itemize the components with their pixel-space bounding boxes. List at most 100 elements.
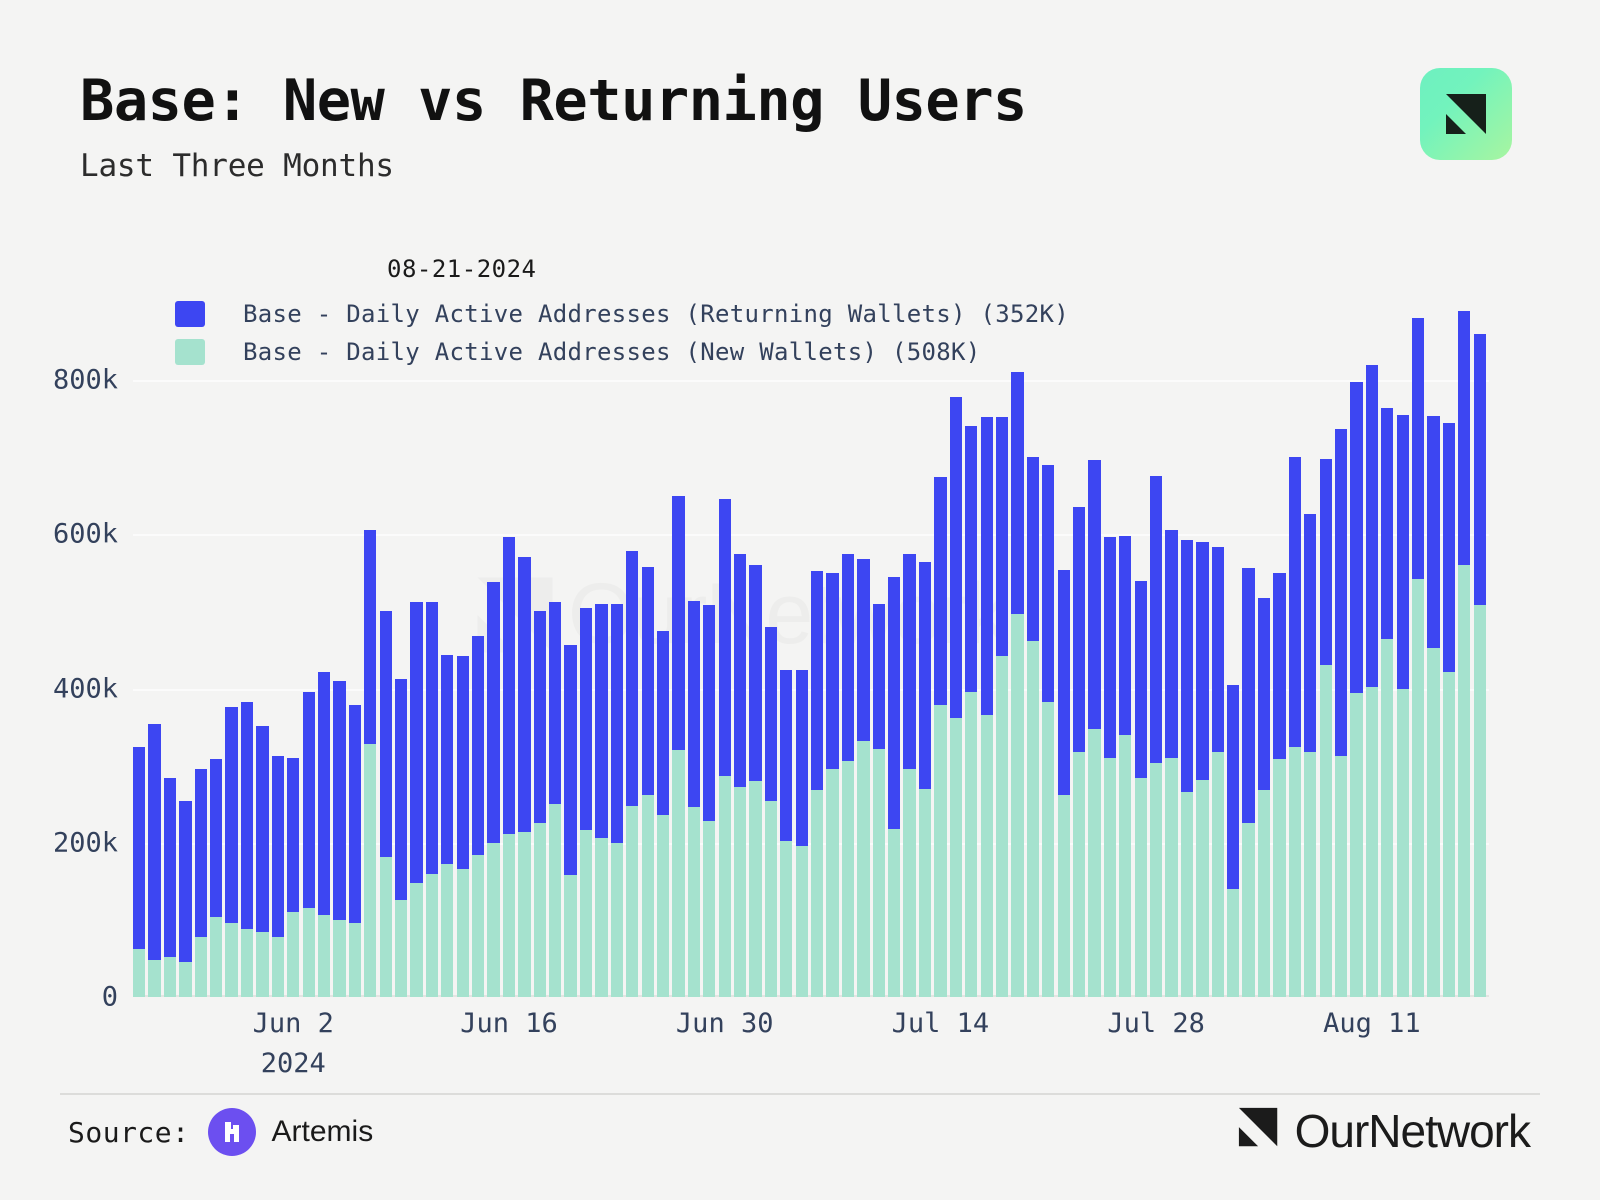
bar-segment-new bbox=[903, 768, 916, 997]
bar-stack[interactable] bbox=[1381, 407, 1394, 997]
bar-stack[interactable] bbox=[379, 611, 392, 997]
bar-stack[interactable] bbox=[857, 558, 870, 997]
bar-stack[interactable] bbox=[1365, 364, 1379, 997]
bar-stack[interactable] bbox=[271, 756, 284, 997]
bar-stack[interactable] bbox=[934, 477, 947, 997]
bar-segment-returning bbox=[903, 554, 916, 769]
bar-stack[interactable] bbox=[1196, 541, 1209, 997]
bar-stack[interactable] bbox=[148, 723, 161, 997]
bar-stack[interactable] bbox=[1072, 506, 1086, 997]
bar-stack[interactable] bbox=[811, 571, 824, 997]
bar-stack[interactable] bbox=[456, 656, 469, 997]
bar-stack[interactable] bbox=[656, 631, 670, 997]
bar-stack[interactable] bbox=[764, 626, 778, 997]
bar-stack[interactable] bbox=[564, 645, 577, 997]
bar-stack[interactable] bbox=[487, 582, 500, 997]
bar-stack[interactable] bbox=[1304, 514, 1317, 997]
bar-segment-returning bbox=[626, 551, 639, 806]
bar-stack[interactable] bbox=[733, 554, 747, 997]
bar-stack[interactable] bbox=[995, 417, 1009, 997]
bar-stack[interactable] bbox=[317, 671, 331, 997]
bar-stack[interactable] bbox=[795, 670, 808, 997]
bar-stack[interactable] bbox=[194, 768, 207, 997]
bar-segment-new bbox=[626, 805, 639, 997]
bar-segment-returning bbox=[764, 626, 778, 802]
bar-stack[interactable] bbox=[348, 705, 362, 997]
bar-stack[interactable] bbox=[1180, 540, 1194, 997]
bar-stack[interactable] bbox=[1242, 568, 1255, 997]
bar-stack[interactable] bbox=[425, 602, 439, 997]
bar-stack[interactable] bbox=[1165, 529, 1178, 997]
bar-stack[interactable] bbox=[364, 529, 377, 997]
bar-segment-returning bbox=[1011, 372, 1024, 615]
bar-stack[interactable] bbox=[179, 801, 192, 997]
bar-stack[interactable] bbox=[888, 577, 901, 997]
bar-stack[interactable] bbox=[903, 554, 916, 997]
bar-stack[interactable] bbox=[133, 747, 146, 997]
bar-stack[interactable] bbox=[1057, 569, 1070, 997]
bar-stack[interactable] bbox=[441, 654, 454, 997]
bar-stack[interactable] bbox=[1273, 572, 1286, 997]
bar-stack[interactable] bbox=[1319, 458, 1332, 997]
bar-stack[interactable] bbox=[1334, 429, 1348, 997]
bar-stack[interactable] bbox=[163, 777, 177, 997]
bar-stack[interactable] bbox=[1088, 460, 1101, 997]
bar-stack[interactable] bbox=[687, 600, 701, 997]
bar-stack[interactable] bbox=[1211, 546, 1224, 997]
bar-stack[interactable] bbox=[1150, 475, 1163, 997]
bar-stack[interactable] bbox=[626, 551, 639, 997]
bar-stack[interactable] bbox=[302, 691, 315, 997]
bar-segment-new bbox=[1134, 777, 1147, 997]
bar-stack[interactable] bbox=[1350, 381, 1363, 997]
bar-stack[interactable] bbox=[703, 605, 716, 997]
bar-stack[interactable] bbox=[533, 611, 546, 997]
bar-stack[interactable] bbox=[518, 557, 531, 997]
bar-stack[interactable] bbox=[918, 562, 932, 997]
bar-stack[interactable] bbox=[1134, 580, 1147, 997]
bar-stack[interactable] bbox=[672, 495, 685, 997]
bar-stack[interactable] bbox=[826, 572, 839, 997]
bar-stack[interactable] bbox=[718, 498, 731, 997]
bar-stack[interactable] bbox=[1396, 415, 1409, 997]
bar-stack[interactable] bbox=[1473, 333, 1486, 997]
bar-stack[interactable] bbox=[610, 603, 623, 997]
bar-stack[interactable] bbox=[210, 759, 223, 997]
bar-stack[interactable] bbox=[641, 566, 654, 997]
bar-stack[interactable] bbox=[240, 702, 254, 997]
bar-stack[interactable] bbox=[749, 565, 762, 997]
bar-segment-returning bbox=[410, 602, 423, 883]
bar-segment-new bbox=[1180, 791, 1194, 997]
bar-stack[interactable] bbox=[1026, 457, 1040, 997]
bar-stack[interactable] bbox=[1411, 318, 1425, 997]
bar-segment-new bbox=[549, 804, 562, 997]
bar-stack[interactable] bbox=[394, 679, 408, 997]
bar-stack[interactable] bbox=[333, 680, 346, 997]
bar-stack[interactable] bbox=[1103, 537, 1117, 997]
bar-stack[interactable] bbox=[1042, 464, 1055, 997]
y-axis-label: 200k bbox=[52, 827, 118, 859]
bar-stack[interactable] bbox=[1442, 423, 1456, 997]
bar-stack[interactable] bbox=[1119, 535, 1132, 997]
bar-stack[interactable] bbox=[1427, 415, 1440, 997]
bar-stack[interactable] bbox=[1288, 457, 1301, 997]
bar-stack[interactable] bbox=[980, 417, 993, 997]
bar-stack[interactable] bbox=[410, 602, 423, 997]
bar-stack[interactable] bbox=[256, 725, 269, 997]
bar-stack[interactable] bbox=[502, 537, 516, 997]
bar-stack[interactable] bbox=[225, 707, 238, 997]
bar-stack[interactable] bbox=[549, 602, 562, 997]
bar-stack[interactable] bbox=[1257, 597, 1271, 997]
bar-stack[interactable] bbox=[872, 603, 885, 997]
bar-stack[interactable] bbox=[780, 670, 793, 997]
bar-stack[interactable] bbox=[965, 426, 978, 997]
bar-stack[interactable] bbox=[472, 636, 485, 997]
bar-stack[interactable] bbox=[287, 757, 300, 997]
bar-stack[interactable] bbox=[1458, 310, 1471, 997]
bar-stack[interactable] bbox=[579, 608, 593, 997]
bar-stack[interactable] bbox=[1011, 372, 1024, 997]
bar-stack[interactable] bbox=[1227, 685, 1240, 997]
bar-segment-returning bbox=[518, 557, 531, 832]
bar-stack[interactable] bbox=[841, 554, 855, 997]
bar-stack[interactable] bbox=[949, 396, 962, 997]
bar-stack[interactable] bbox=[595, 603, 608, 997]
